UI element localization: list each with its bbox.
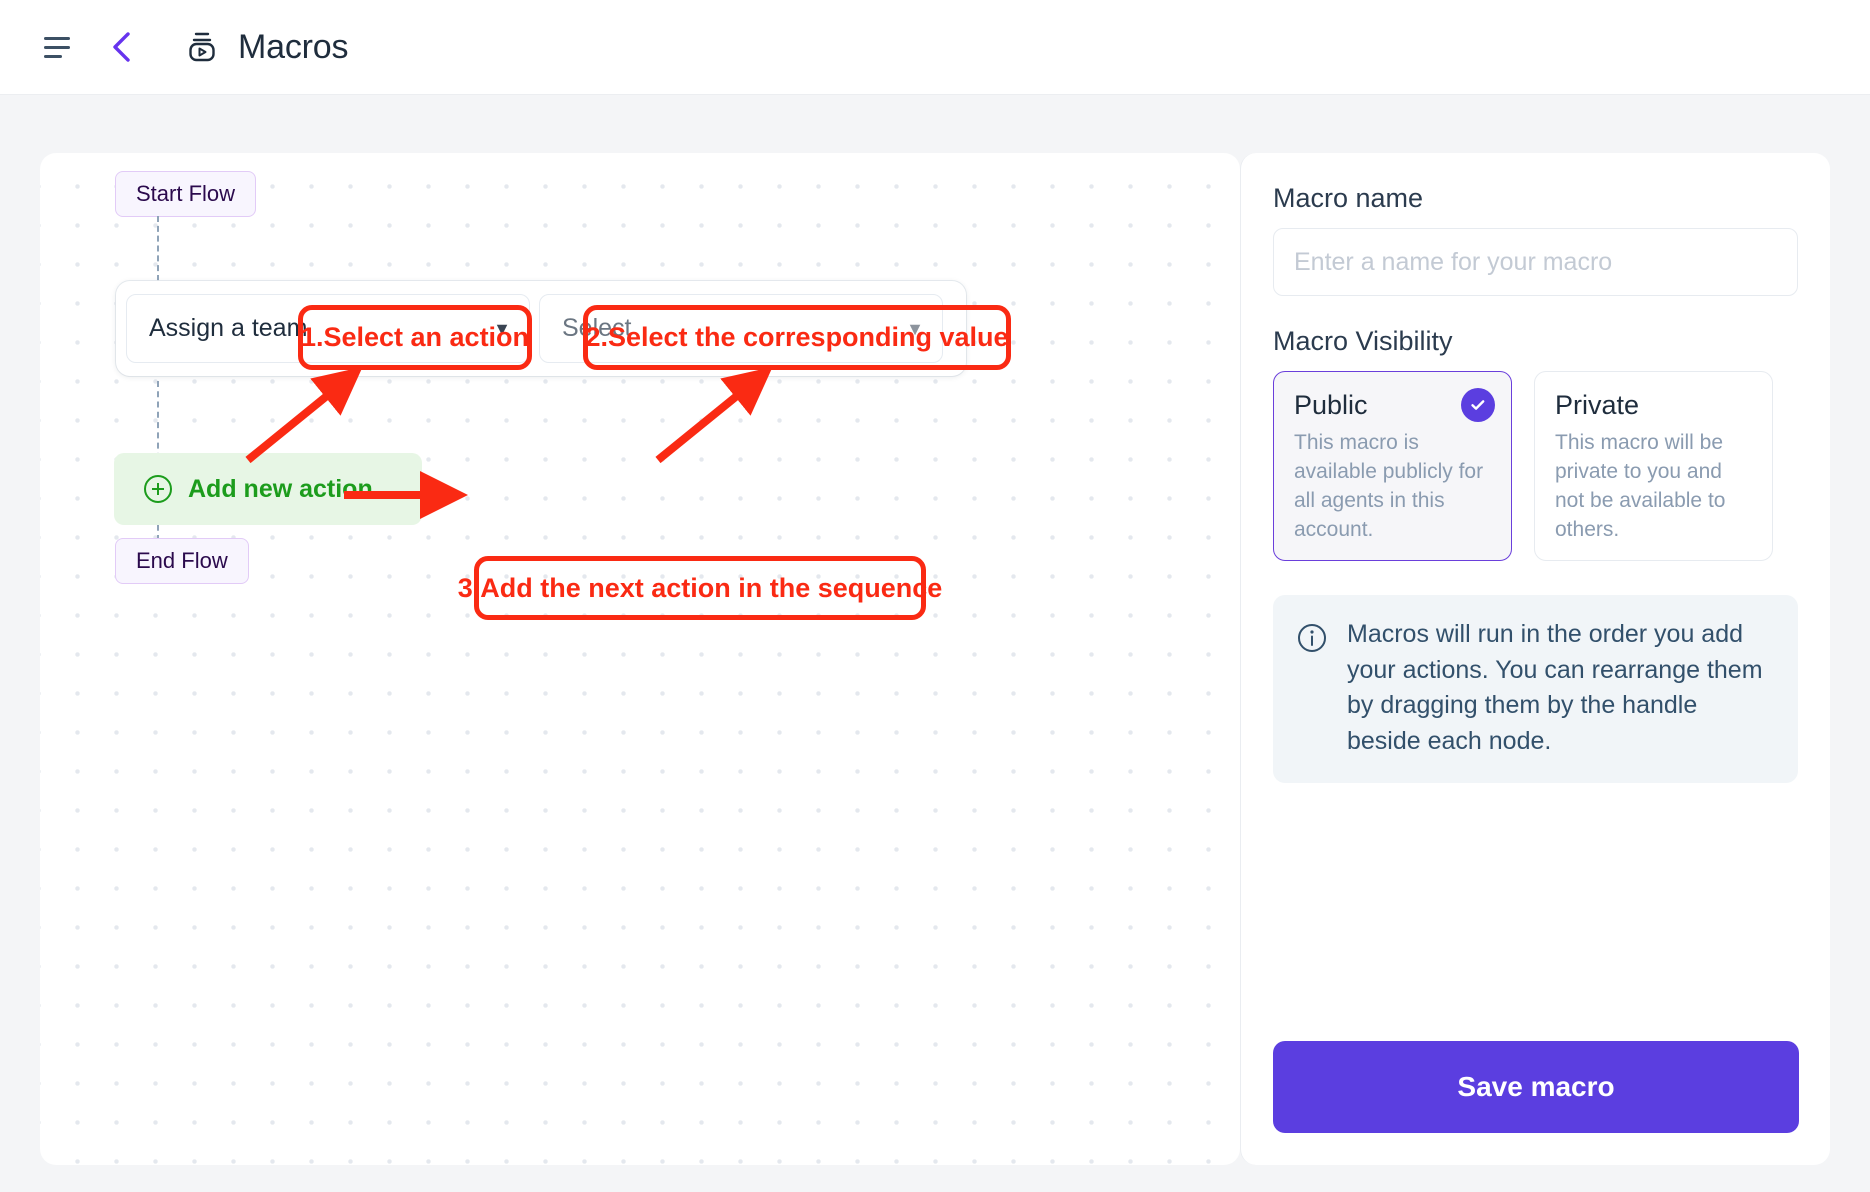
hamburger-line xyxy=(44,36,70,40)
action-type-select-value: Assign a team xyxy=(149,314,308,342)
page-title-group: Macros xyxy=(182,27,348,67)
flow-canvas[interactable]: Start Flow Assign a team ▼ Select ▼ Add … xyxy=(40,153,1240,1165)
info-callout-text: Macros will run in the order you add you… xyxy=(1347,620,1763,755)
end-flow-node: End Flow xyxy=(115,538,249,584)
visibility-option-public[interactable]: Public This macro is available publicly … xyxy=(1273,371,1512,561)
hamburger-icon[interactable] xyxy=(44,34,74,60)
macro-name-input[interactable] xyxy=(1273,228,1798,296)
hamburger-line xyxy=(44,45,70,49)
chevron-left-icon[interactable] xyxy=(104,27,138,67)
visibility-option-private-description: This macro will be private to you and no… xyxy=(1555,431,1726,541)
macro-settings-panel: Macro name Macro Visibility Public This … xyxy=(1240,153,1830,1165)
info-circle-icon xyxy=(1295,621,1329,655)
save-macro-button[interactable]: Save macro xyxy=(1273,1041,1799,1133)
check-icon xyxy=(1461,388,1495,422)
annotation-arrow-3 xyxy=(344,471,468,519)
hamburger-line xyxy=(44,54,62,58)
visibility-option-public-description: This macro is available publicly for all… xyxy=(1294,431,1484,541)
page-title: Macros xyxy=(238,27,349,66)
info-callout: Macros will run in the order you add you… xyxy=(1273,595,1798,783)
visibility-option-private-title: Private xyxy=(1555,390,1640,420)
annotation-arrow-1 xyxy=(245,368,363,464)
annotation-step-1: 1.Select an action xyxy=(298,305,532,370)
visibility-option-private[interactable]: Private This macro will be private to yo… xyxy=(1534,371,1773,561)
macro-name-label: Macro name xyxy=(1273,183,1424,213)
plus-circle-icon xyxy=(144,475,172,503)
annotation-arrow-2 xyxy=(655,368,773,464)
annotation-step-2: 2.Select the corresponding value xyxy=(583,305,1011,370)
macro-visibility-options: Public This macro is available publicly … xyxy=(1273,371,1798,561)
macro-visibility-label: Macro Visibility xyxy=(1273,326,1453,356)
start-flow-node: Start Flow xyxy=(115,171,257,217)
macros-icon xyxy=(182,27,222,67)
body-area: Start Flow Assign a team ▼ Select ▼ Add … xyxy=(0,95,1870,1192)
annotation-step-3: 3.Add the next action in the sequence xyxy=(458,556,942,620)
top-bar: Macros xyxy=(0,0,1870,95)
flow-connector-top xyxy=(157,216,159,281)
